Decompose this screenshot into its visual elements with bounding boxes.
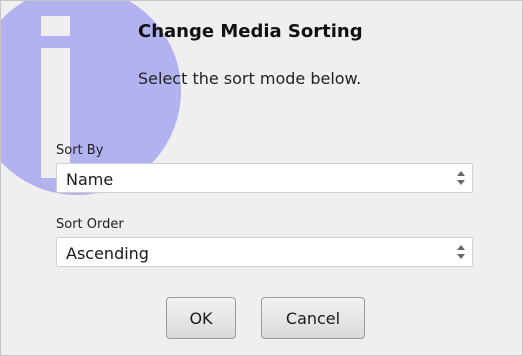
up-down-arrows-icon (457, 171, 465, 185)
sort-by-value: Name (66, 170, 114, 189)
sort-order-value: Ascending (66, 244, 149, 263)
ok-button[interactable]: OK (166, 297, 236, 339)
info-icon-dot (41, 16, 70, 36)
dialog-subtitle: Select the sort mode below. (138, 69, 362, 88)
info-icon-stem (41, 48, 70, 178)
up-down-arrows-icon (457, 245, 465, 259)
cancel-button[interactable]: Cancel (261, 297, 365, 339)
sort-by-label: Sort By (56, 143, 104, 158)
change-media-sorting-dialog: Change Media Sorting Select the sort mod… (0, 0, 523, 356)
sort-order-select[interactable]: Ascending (56, 237, 473, 267)
dialog-title: Change Media Sorting (138, 21, 363, 42)
sort-order-label: Sort Order (56, 217, 124, 232)
sort-by-select[interactable]: Name (56, 163, 473, 193)
